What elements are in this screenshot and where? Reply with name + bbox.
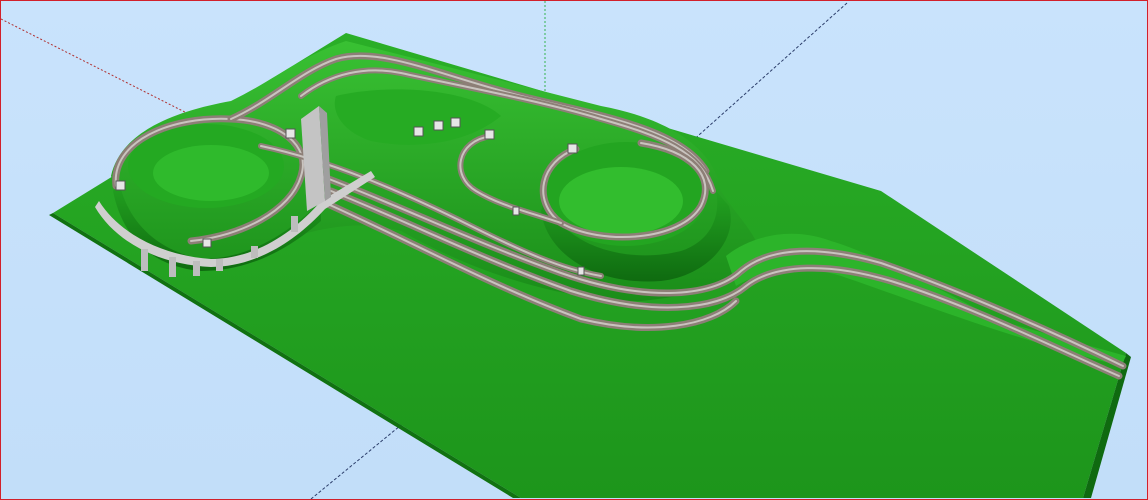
train-layout-model[interactable] xyxy=(49,33,1131,498)
model-viewport[interactable] xyxy=(0,0,1148,500)
tunnel-portal xyxy=(202,238,212,248)
viaduct-pier xyxy=(169,257,176,277)
blue-axis-line-top xyxy=(680,2,848,152)
viaduct-pier xyxy=(291,216,298,232)
tunnel-portal xyxy=(285,128,296,139)
tunnel-portal xyxy=(484,129,495,140)
tunnel-portal xyxy=(413,126,424,137)
viaduct-pier xyxy=(193,261,200,276)
tunnel-portal xyxy=(450,117,461,128)
tunnel-portal xyxy=(115,180,126,191)
tunnel-portal xyxy=(512,206,520,216)
viaduct-pier xyxy=(141,249,148,271)
left-loop-basin-inner xyxy=(153,145,269,201)
model-canvas[interactable] xyxy=(1,1,1147,499)
right-loop-basin-inner xyxy=(559,167,683,235)
blue-axis-line-bottom xyxy=(310,420,407,499)
viaduct-pier xyxy=(216,259,223,271)
tunnel-portal xyxy=(567,143,578,154)
viaduct-pier xyxy=(251,246,258,258)
tunnel-portal xyxy=(433,120,444,131)
tunnel-portal xyxy=(577,266,585,276)
